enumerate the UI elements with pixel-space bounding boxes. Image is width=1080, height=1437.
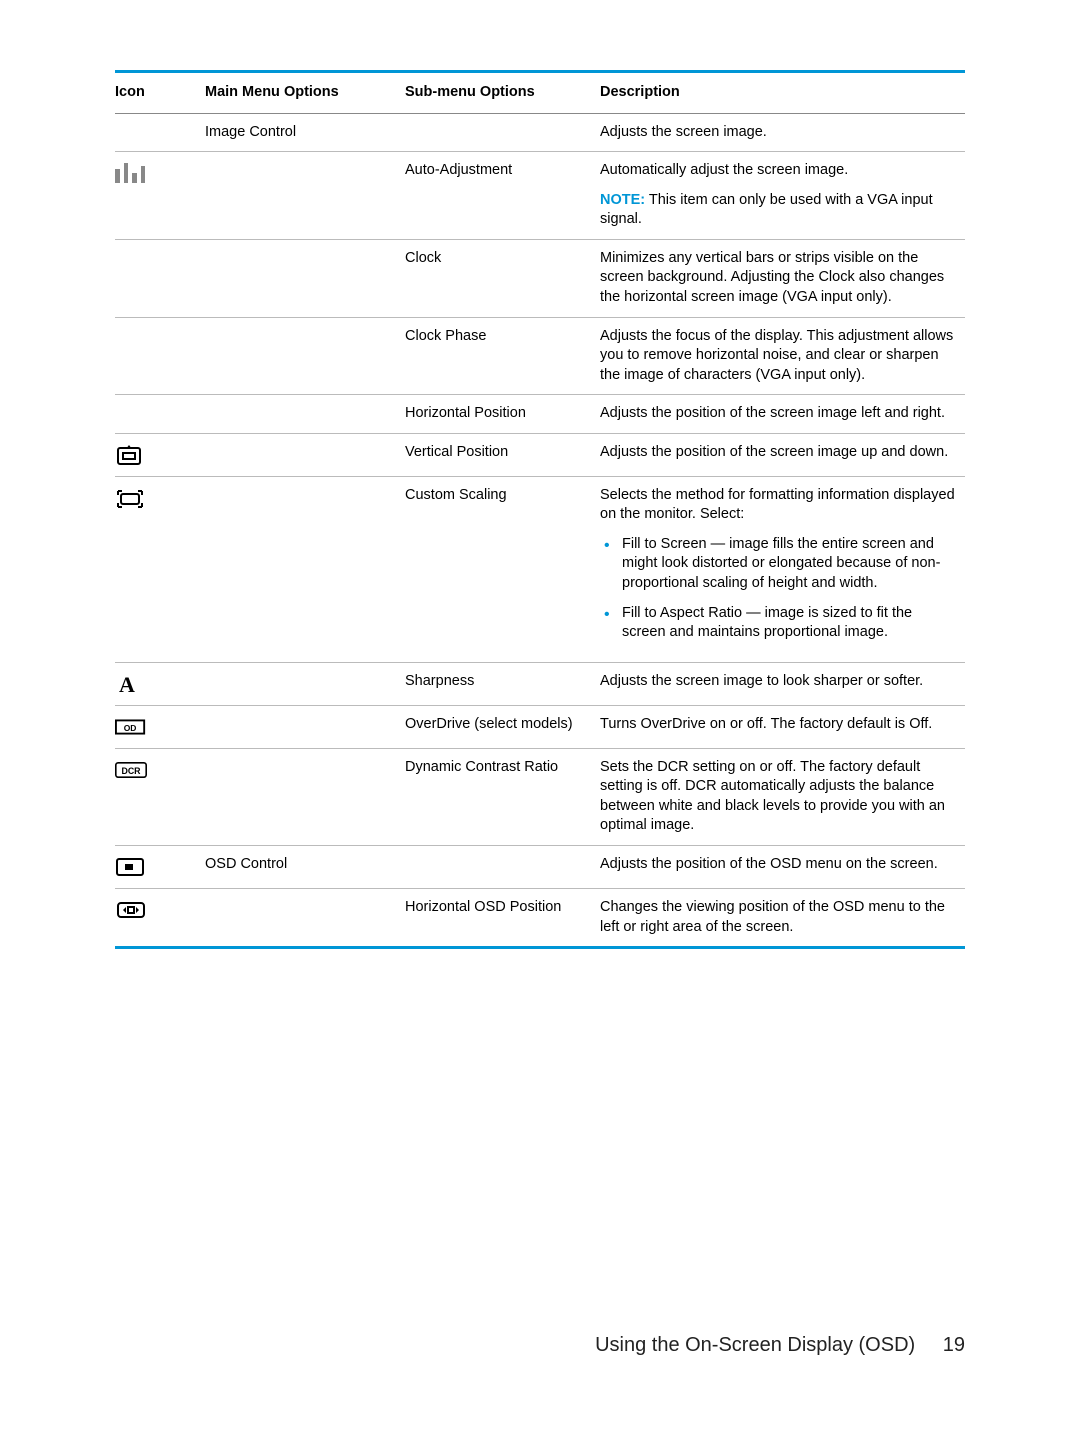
table-row: OSD Control Adjusts the position of the … — [115, 845, 965, 888]
description-text: Sets the DCR setting on or off. The fact… — [600, 748, 965, 845]
option-list: Fill to Screen — image fills the entire … — [600, 535, 955, 643]
sub-menu-label: Auto-Adjustment — [405, 152, 600, 240]
table-row: Horizontal Position Adjusts the position… — [115, 395, 965, 434]
osd-control-icon — [115, 855, 147, 879]
footer-section-title: Using the On-Screen Display (OSD) — [595, 1334, 915, 1356]
sub-menu-label: Vertical Position — [405, 433, 600, 476]
sub-menu-label: Sharpness — [405, 662, 600, 705]
page-footer: Using the On-Screen Display (OSD) 19 — [595, 1334, 965, 1357]
osd-options-table: Icon Main Menu Options Sub-menu Options … — [115, 70, 965, 949]
sub-menu-label: Clock Phase — [405, 317, 600, 395]
description-text: Automatically adjust the screen image. — [600, 161, 955, 181]
sub-menu-label: Dynamic Contrast Ratio — [405, 748, 600, 845]
sub-menu-label: Clock — [405, 239, 600, 317]
document-page: Icon Main Menu Options Sub-menu Options … — [0, 0, 1080, 1437]
table-row: Vertical Position Adjusts the position o… — [115, 433, 965, 476]
description-text: Changes the viewing position of the OSD … — [600, 888, 965, 947]
vertical-position-icon — [115, 443, 147, 467]
table-row: Clock Minimizes any vertical bars or str… — [115, 239, 965, 317]
description-text: Minimizes any vertical bars or strips vi… — [600, 239, 965, 317]
description-text: Adjusts the position of the screen image… — [600, 433, 965, 476]
description-text: Turns OverDrive on or off. The factory d… — [600, 705, 965, 748]
table-row: Custom Scaling Selects the method for fo… — [115, 476, 965, 662]
sub-menu-label — [405, 113, 600, 152]
vertical-bars-icon — [115, 163, 145, 183]
list-item: Fill to Screen — image fills the entire … — [618, 535, 955, 594]
main-menu-label: Image Control — [205, 113, 405, 152]
sub-menu-label: Custom Scaling — [405, 476, 600, 662]
description-text: Adjusts the screen image to look sharper… — [600, 662, 965, 705]
table-row: Auto-Adjustment Automatically adjust the… — [115, 152, 965, 240]
page-number: 19 — [943, 1334, 965, 1356]
sharpness-icon: A — [115, 672, 147, 696]
table-row: A Sharpness Adjusts the screen image to … — [115, 662, 965, 705]
main-menu-label: OSD Control — [205, 845, 405, 888]
header-sub: Sub-menu Options — [405, 72, 600, 114]
description-text: Selects the method for formatting inform… — [600, 486, 955, 525]
table-row: Clock Phase Adjusts the focus of the dis… — [115, 317, 965, 395]
header-main: Main Menu Options — [205, 72, 405, 114]
custom-scaling-icon — [115, 486, 147, 510]
table-header-row: Icon Main Menu Options Sub-menu Options … — [115, 72, 965, 114]
description-text: Adjusts the position of the screen image… — [600, 395, 965, 434]
header-icon: Icon — [115, 72, 205, 114]
note-text: This item can only be used with a VGA in… — [600, 192, 933, 228]
svg-text:DCR: DCR — [121, 766, 141, 776]
sub-menu-label: Horizontal OSD Position — [405, 888, 600, 947]
description-text: Adjusts the position of the OSD menu on … — [600, 845, 965, 888]
overdrive-icon: OD — [115, 715, 147, 739]
description-text: Adjusts the screen image. — [600, 113, 965, 152]
header-desc: Description — [600, 72, 965, 114]
table-row: OD OverDrive (select models) Turns OverD… — [115, 705, 965, 748]
horizontal-osd-position-icon — [115, 898, 147, 922]
description-text: Adjusts the focus of the display. This a… — [600, 317, 965, 395]
svg-text:A: A — [119, 672, 135, 696]
table-row: Image Control Adjusts the screen image. — [115, 113, 965, 152]
svg-text:OD: OD — [124, 722, 137, 732]
note-label: NOTE: — [600, 192, 645, 208]
sub-menu-label: OverDrive (select models) — [405, 705, 600, 748]
table-row: DCR Dynamic Contrast Ratio Sets the DCR … — [115, 748, 965, 845]
dcr-icon: DCR — [115, 758, 147, 782]
sub-menu-label: Horizontal Position — [405, 395, 600, 434]
list-item: Fill to Aspect Ratio — image is sized to… — [618, 604, 955, 643]
table-row: Horizontal OSD Position Changes the view… — [115, 888, 965, 947]
